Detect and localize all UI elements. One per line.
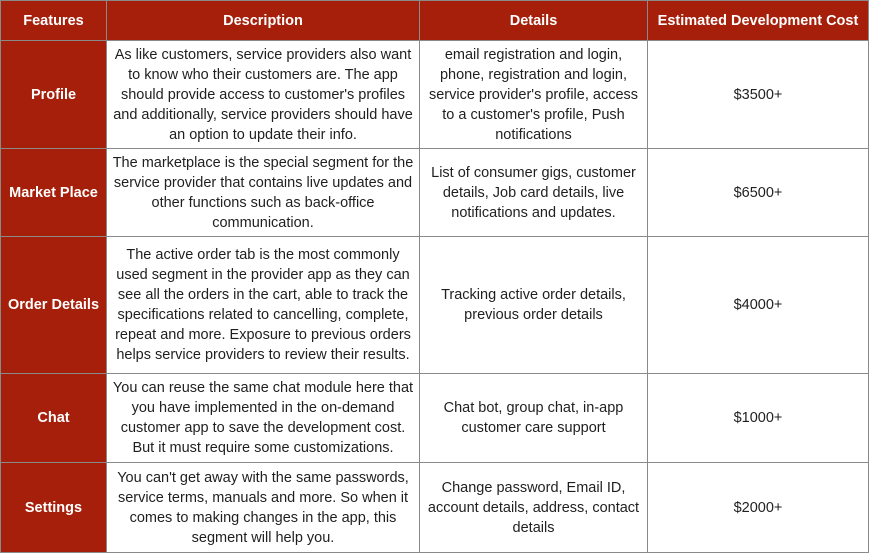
details-cell: List of consumer gigs, customer details,… [419, 148, 648, 237]
header-description: Description [106, 0, 420, 41]
details-cell: Tracking active order details, previous … [419, 236, 648, 374]
description-cell: As like customers, service providers als… [106, 40, 420, 149]
description-cell: The marketplace is the special segment f… [106, 148, 420, 237]
feature-cell: Market Place [0, 148, 107, 237]
cost-cell: $3500+ [647, 40, 869, 149]
feature-cell: Settings [0, 462, 107, 553]
cost-cell: $4000+ [647, 236, 869, 374]
cost-cell: $6500+ [647, 148, 869, 237]
feature-cell: Profile [0, 40, 107, 149]
description-cell: You can reuse the same chat module here … [106, 373, 420, 463]
details-cell: Chat bot, group chat, in-app customer ca… [419, 373, 648, 463]
cost-cell: $1000+ [647, 373, 869, 463]
features-cost-table: Features Description Details Estimated D… [0, 0, 869, 553]
description-cell: You can't get away with the same passwor… [106, 462, 420, 553]
details-cell: Change password, Email ID, account detai… [419, 462, 648, 553]
table-row-market-place: Market Place The marketplace is the spec… [0, 148, 869, 237]
header-features: Features [0, 0, 107, 41]
table-row-settings: Settings You can't get away with the sam… [0, 462, 869, 553]
table-row-chat: Chat You can reuse the same chat module … [0, 373, 869, 463]
header-details: Details [419, 0, 648, 41]
description-cell: The active order tab is the most commonl… [106, 236, 420, 374]
feature-cell: Chat [0, 373, 107, 463]
table-row-order-details: Order Details The active order tab is th… [0, 236, 869, 374]
cost-cell: $2000+ [647, 462, 869, 553]
details-cell: email registration and login, phone, reg… [419, 40, 648, 149]
header-cost: Estimated Development Cost [647, 0, 869, 41]
feature-cell: Order Details [0, 236, 107, 374]
header-row: Features Description Details Estimated D… [0, 0, 869, 41]
table-row-profile: Profile As like customers, service provi… [0, 40, 869, 149]
